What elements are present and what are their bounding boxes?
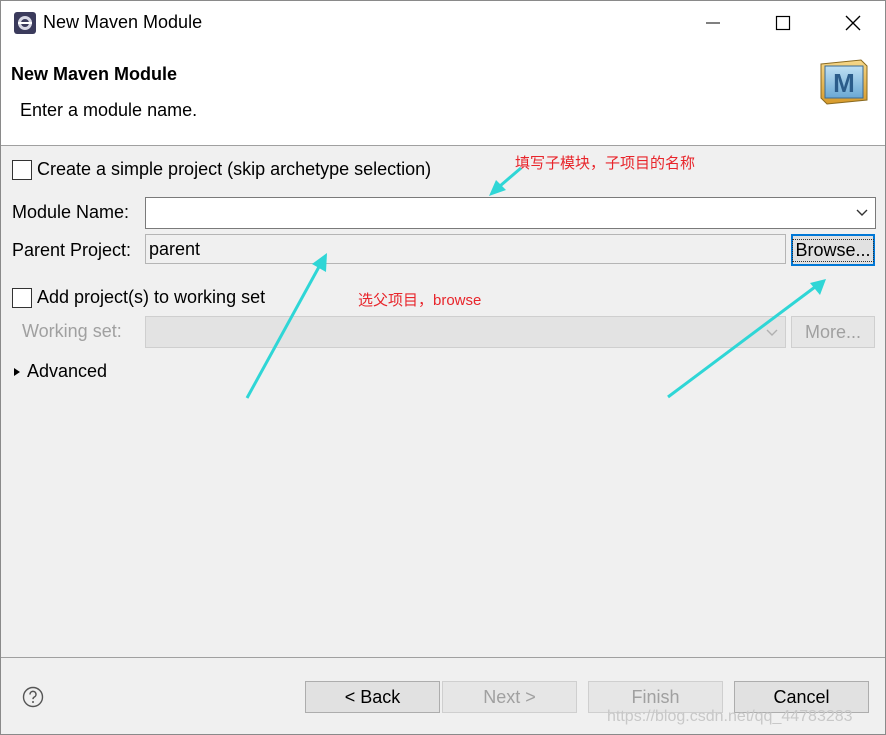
minimize-button[interactable]: [683, 1, 743, 45]
finish-button-label: Finish: [631, 686, 680, 707]
next-button-label: Next >: [483, 686, 536, 707]
module-name-combo[interactable]: [145, 197, 876, 229]
eclipse-app-icon: [14, 12, 36, 34]
advanced-section-toggle[interactable]: Advanced: [27, 361, 107, 382]
next-button: Next >: [442, 681, 577, 713]
working-set-label: Working set:: [22, 321, 122, 341]
window-title: New Maven Module: [43, 12, 203, 32]
expand-triangle-icon[interactable]: [13, 367, 21, 377]
simple-project-checkbox[interactable]: [12, 160, 32, 180]
close-button[interactable]: [823, 1, 883, 45]
browse-button-label: Browse...: [792, 238, 874, 262]
wizard-header: New Maven Module Enter a module name. M: [1, 45, 885, 146]
cancel-button-label: Cancel: [773, 686, 830, 707]
watermark: https://blog.csdn.net/qq_44783283: [607, 708, 853, 725]
more-button-label: More...: [804, 321, 861, 342]
chevron-down-icon: [766, 329, 778, 336]
chevron-down-icon[interactable]: [855, 206, 869, 220]
maven-logo-icon: M: [820, 59, 868, 105]
browse-annotation: 选父项目，browse: [358, 292, 482, 309]
working-set-checkbox-label: Add project(s) to working set: [37, 287, 266, 307]
simple-project-label: Create a simple project (skip archetype …: [37, 159, 432, 179]
close-icon: [845, 15, 861, 31]
new-maven-module-dialog: New Maven Module New Maven Module Enter …: [0, 0, 886, 735]
maven-logo-letter: M: [833, 68, 855, 98]
working-set-combo: [145, 316, 786, 348]
page-description: Enter a module name.: [20, 100, 198, 120]
module-name-label: Module Name:: [12, 202, 130, 222]
module-name-annotation: 填写子模块，子项目的名称: [515, 155, 696, 172]
maximize-icon: [775, 15, 791, 31]
more-button: More...: [791, 316, 875, 348]
working-set-checkbox[interactable]: [12, 288, 32, 308]
parent-project-label: Parent Project:: [12, 240, 132, 260]
maximize-button[interactable]: [753, 1, 813, 45]
minimize-icon: [706, 22, 720, 24]
parent-project-field[interactable]: parent: [145, 234, 786, 264]
back-button-label: < Back: [344, 686, 401, 707]
help-icon[interactable]: [22, 686, 44, 708]
browse-button[interactable]: Browse...: [791, 234, 875, 266]
title-bar: New Maven Module: [1, 1, 885, 45]
page-title: New Maven Module: [11, 64, 178, 84]
footer-separator: [1, 657, 885, 658]
back-button[interactable]: < Back: [305, 681, 440, 713]
